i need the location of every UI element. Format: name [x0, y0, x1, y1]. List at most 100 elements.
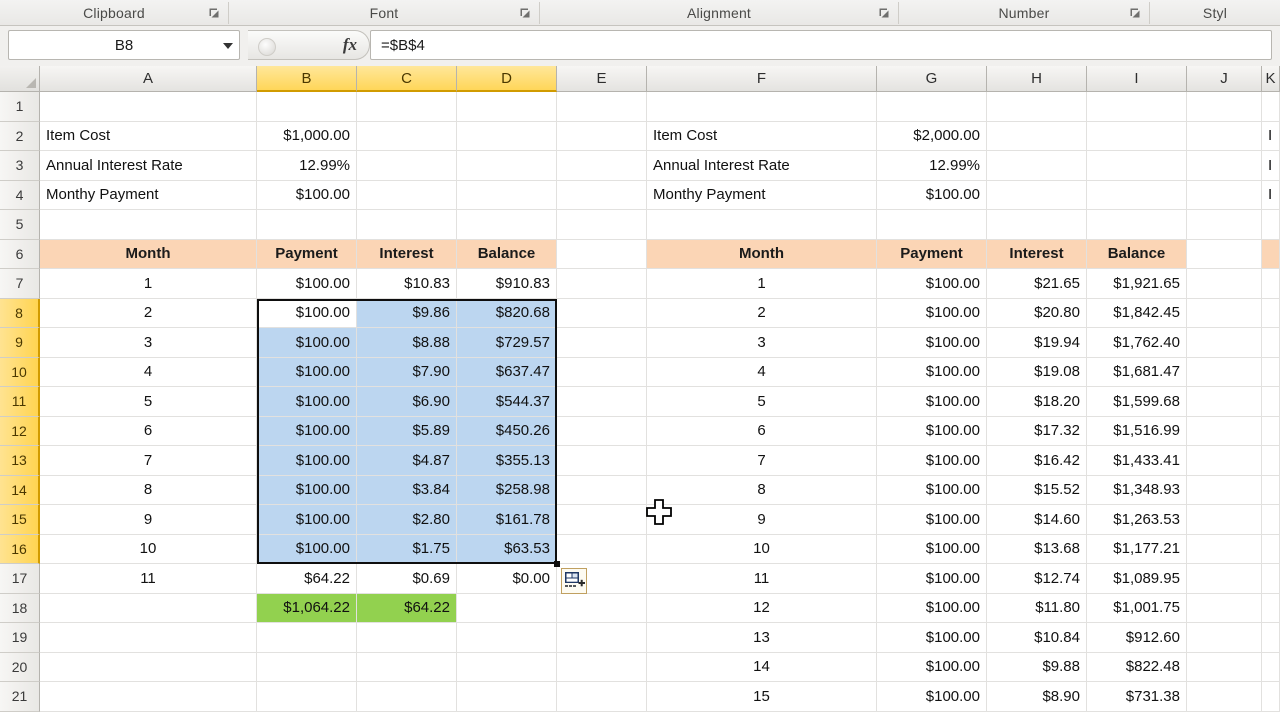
cell-A13-month[interactable]: 7 — [40, 446, 257, 476]
cell-J19[interactable] — [1187, 623, 1262, 653]
cell-J21[interactable] — [1187, 682, 1262, 712]
cell-J2[interactable] — [1187, 121, 1262, 151]
cell-A5[interactable] — [40, 210, 257, 240]
column-header-h[interactable]: H — [987, 66, 1087, 92]
cell-G16-payment[interactable]: $100.00 — [877, 534, 987, 564]
cell-J4[interactable] — [1187, 180, 1262, 210]
cell-G18-payment[interactable]: $100.00 — [877, 593, 987, 623]
cell-J3[interactable] — [1187, 151, 1262, 181]
cell-E6[interactable] — [557, 239, 647, 269]
cell-F21-month[interactable]: 15 — [647, 682, 877, 712]
cell-A9-month[interactable]: 3 — [40, 328, 257, 358]
row-header-11[interactable]: 11 — [0, 387, 40, 417]
cell-I10-balance[interactable]: $1,681.47 — [1087, 357, 1187, 387]
auto-fill-options-icon[interactable] — [561, 568, 587, 594]
cell-J7[interactable] — [1187, 269, 1262, 299]
cell-J20[interactable] — [1187, 652, 1262, 682]
cell-K9[interactable] — [1262, 328, 1280, 358]
cell-K14[interactable] — [1262, 475, 1280, 505]
cell-F5[interactable] — [647, 210, 877, 240]
column-header-b[interactable]: B — [257, 66, 357, 92]
cell-F19-month[interactable]: 13 — [647, 623, 877, 653]
row-header-1[interactable]: 1 — [0, 92, 40, 122]
row-header-3[interactable]: 3 — [0, 151, 40, 181]
cell-A19[interactable] — [40, 623, 257, 653]
cell-A18[interactable] — [40, 593, 257, 623]
cell-G12-payment[interactable]: $100.00 — [877, 416, 987, 446]
cell-K3[interactable]: I — [1262, 151, 1280, 181]
column-header-g[interactable]: G — [877, 66, 987, 92]
cell-B17-payment[interactable]: $64.22 — [257, 564, 357, 594]
cell-G10-payment[interactable]: $100.00 — [877, 357, 987, 387]
formula-bar-buttons[interactable]: fx — [248, 30, 370, 60]
cell-F11-month[interactable]: 5 — [647, 387, 877, 417]
cell-F3-label[interactable]: Annual Interest Rate — [647, 151, 877, 181]
cell-B7-payment[interactable]: $100.00 — [257, 269, 357, 299]
cell-B19[interactable] — [257, 623, 357, 653]
row-header-21[interactable]: 21 — [0, 682, 40, 712]
cell-F14-month[interactable]: 8 — [647, 475, 877, 505]
column-header-e[interactable]: E — [557, 66, 647, 92]
cell-C3[interactable] — [357, 151, 457, 181]
ribbon-group-font[interactable]: Font — [229, 0, 539, 25]
cell-J16[interactable] — [1187, 534, 1262, 564]
cell-F12-month[interactable]: 6 — [647, 416, 877, 446]
cell-K15[interactable] — [1262, 505, 1280, 535]
cell-E10[interactable] — [557, 357, 647, 387]
cell-H3[interactable] — [987, 151, 1087, 181]
cell-E14[interactable] — [557, 475, 647, 505]
cell-H7-interest[interactable]: $21.65 — [987, 269, 1087, 299]
cell-K17[interactable] — [1262, 564, 1280, 594]
cell-H12-interest[interactable]: $17.32 — [987, 416, 1087, 446]
cell-B9-payment[interactable]: $100.00 — [257, 328, 357, 358]
cell-J10[interactable] — [1187, 357, 1262, 387]
cell-H21-interest[interactable]: $8.90 — [987, 682, 1087, 712]
cell-B20[interactable] — [257, 652, 357, 682]
cell-C17-interest[interactable]: $0.69 — [357, 564, 457, 594]
cell-D16-balance[interactable]: $63.53 — [457, 534, 557, 564]
cell-G1[interactable] — [877, 92, 987, 122]
cell-K21[interactable] — [1262, 682, 1280, 712]
cell-C13-interest[interactable]: $4.87 — [357, 446, 457, 476]
cell-I12-balance[interactable]: $1,516.99 — [1087, 416, 1187, 446]
cell-F16-month[interactable]: 10 — [647, 534, 877, 564]
cell-B15-payment[interactable]: $100.00 — [257, 505, 357, 535]
cell-G21-payment[interactable]: $100.00 — [877, 682, 987, 712]
cell-J17[interactable] — [1187, 564, 1262, 594]
row-header-18[interactable]: 18 — [0, 593, 40, 623]
cell-E11[interactable] — [557, 387, 647, 417]
cell-E18[interactable] — [557, 593, 647, 623]
cell-H4[interactable] — [987, 180, 1087, 210]
cell-H18-interest[interactable]: $11.80 — [987, 593, 1087, 623]
header-left-balance[interactable]: Balance — [457, 239, 557, 269]
cell-I19-balance[interactable]: $912.60 — [1087, 623, 1187, 653]
row-header-13[interactable]: 13 — [0, 446, 40, 476]
cell-A11-month[interactable]: 5 — [40, 387, 257, 417]
cell-A10-month[interactable]: 4 — [40, 357, 257, 387]
cell-H17-interest[interactable]: $12.74 — [987, 564, 1087, 594]
cell-I7-balance[interactable]: $1,921.65 — [1087, 269, 1187, 299]
cell-F4-label[interactable]: Monthy Payment — [647, 180, 877, 210]
cell-I20-balance[interactable]: $822.48 — [1087, 652, 1187, 682]
cell-D13-balance[interactable]: $355.13 — [457, 446, 557, 476]
cell-H14-interest[interactable]: $15.52 — [987, 475, 1087, 505]
cell-J8[interactable] — [1187, 298, 1262, 328]
cell-A20[interactable] — [40, 652, 257, 682]
cell-J18[interactable] — [1187, 593, 1262, 623]
cell-D8-balance[interactable]: $820.68 — [457, 298, 557, 328]
cell-F20-month[interactable]: 14 — [647, 652, 877, 682]
cell-A2-label[interactable]: Item Cost — [40, 121, 257, 151]
cell-G7-payment[interactable]: $100.00 — [877, 269, 987, 299]
cell-J6[interactable] — [1187, 239, 1262, 269]
cell-I21-balance[interactable]: $731.38 — [1087, 682, 1187, 712]
cell-A12-month[interactable]: 6 — [40, 416, 257, 446]
cell-F18-month[interactable]: 12 — [647, 593, 877, 623]
cell-C20[interactable] — [357, 652, 457, 682]
cell-A15-month[interactable]: 9 — [40, 505, 257, 535]
cell-A14-month[interactable]: 8 — [40, 475, 257, 505]
cell-C11-interest[interactable]: $6.90 — [357, 387, 457, 417]
cell-H19-interest[interactable]: $10.84 — [987, 623, 1087, 653]
cell-C4[interactable] — [357, 180, 457, 210]
select-all-corner[interactable] — [0, 66, 40, 92]
cell-D17-balance[interactable]: $0.00 — [457, 564, 557, 594]
